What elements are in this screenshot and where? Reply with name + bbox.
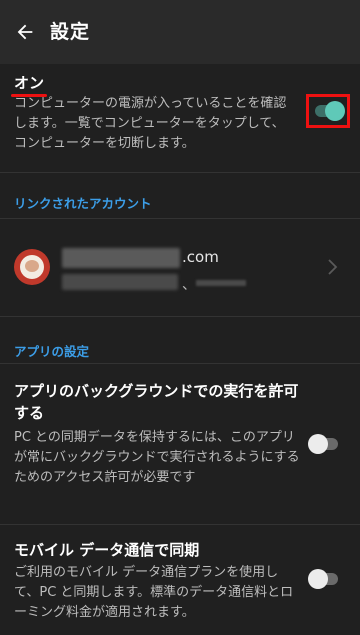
divider [0,363,360,364]
background-run-toggle[interactable] [308,434,338,454]
mobile-data-sync-title: モバイル データ通信で同期 [14,541,200,559]
linked-account-row[interactable]: .com 、 [0,218,360,314]
divider [0,316,360,317]
chevron-right-icon [328,259,338,275]
toggle-knob [325,101,345,121]
background-run-title: アプリのバックグラウンドでの実行を許可する [14,382,299,422]
on-toggle[interactable] [315,101,345,121]
mobile-data-sync-toggle[interactable] [308,569,338,589]
on-setting-title: オン [14,74,45,92]
app-bar: 設定 [0,0,360,64]
redacted-subtext-tail [196,280,246,286]
mobile-data-sync-description: ご利用のモバイル データ通信プランを使用して、PC と同期します。標準のデータ通… [14,565,294,620]
on-setting-row[interactable]: オン コンピューターの電源が入っていることを確認します。一覧でコンピューターをタ… [0,64,360,172]
redacted-email [62,248,180,268]
divider [0,172,360,173]
back-arrow-icon[interactable] [14,21,36,43]
on-setting-description: コンピューターの電源が入っていることを確認します。一覧でコンピューターをタップし… [14,96,287,151]
linked-accounts-header: リンクされたアカウント [14,196,152,211]
toggle-knob [308,434,328,454]
page-title: 設定 [50,21,91,43]
redacted-subtext [62,274,178,290]
background-run-description: PC との同期データを保持するには、このアプリが常にバックグラウンドで実行される… [14,430,300,485]
divider [0,524,360,525]
app-settings-header: アプリの設定 [14,344,90,359]
account-subtext: 、 [182,277,196,293]
account-avatar [14,249,50,285]
toggle-knob [308,569,328,589]
account-email-domain: .com [182,248,219,266]
